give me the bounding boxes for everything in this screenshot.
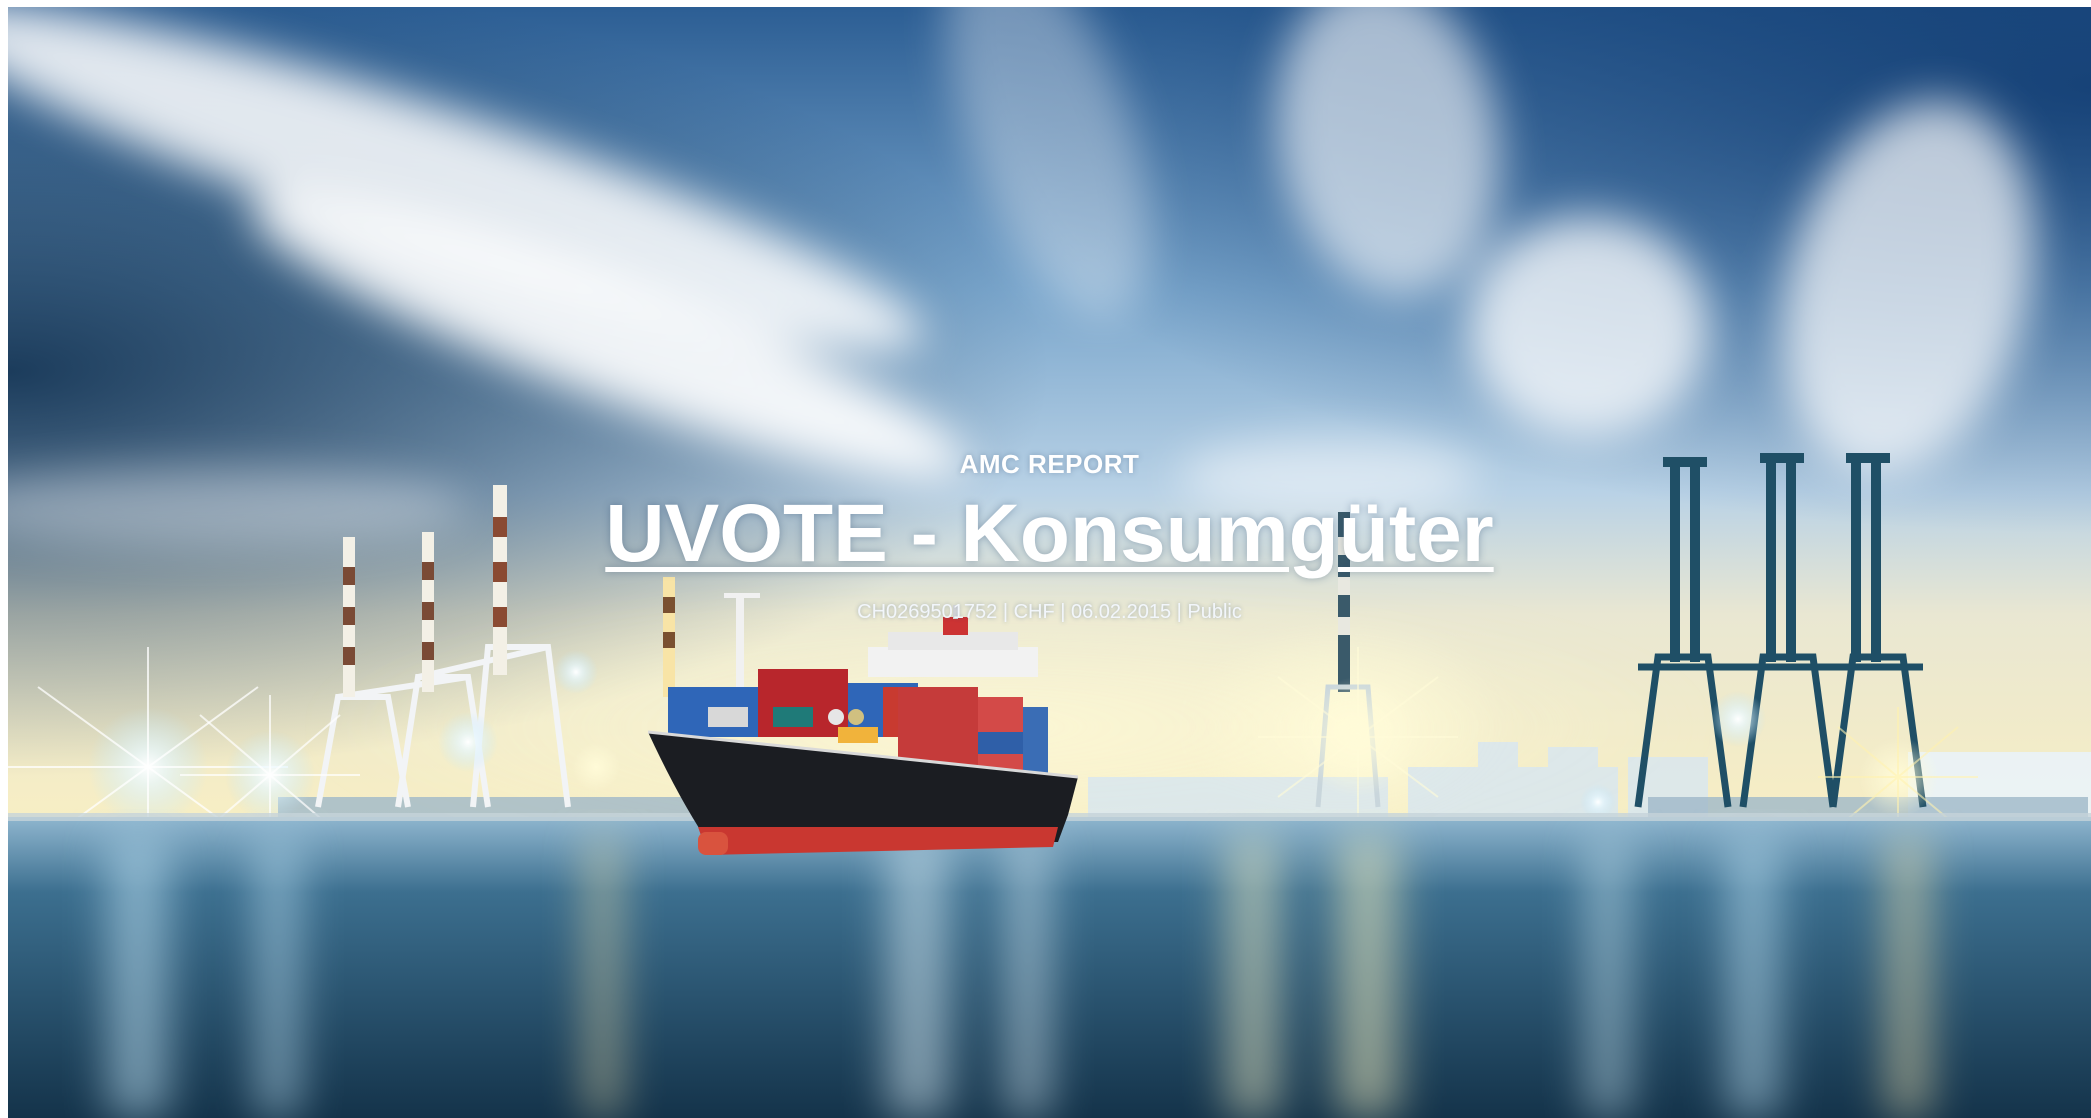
cover-slide: AMC REPORT UVOTE - Konsumgüter CH0269501… xyxy=(8,7,2091,1118)
report-type-label: AMC REPORT xyxy=(959,449,1140,479)
report-title: UVOTE - Konsumgüter xyxy=(605,488,1494,579)
report-meta-line: CH0269501752 | CHF | 06.02.2015 | Public xyxy=(857,601,1242,623)
title-block: AMC REPORT UVOTE - Konsumgüter CH0269501… xyxy=(8,447,2091,625)
